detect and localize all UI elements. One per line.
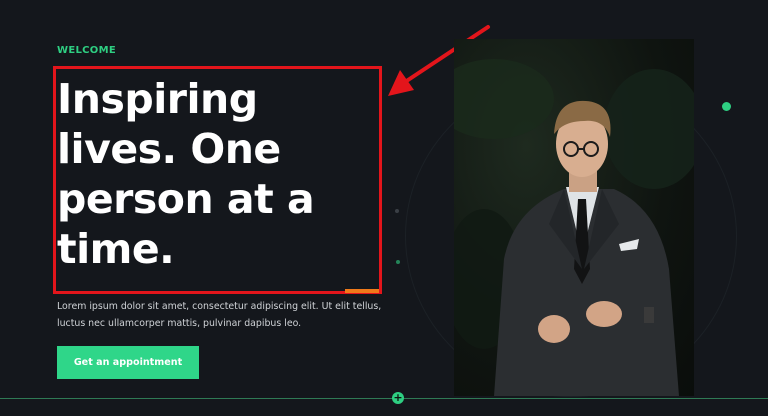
section-divider (0, 398, 768, 399)
welcome-eyebrow: WELCOME (57, 45, 116, 56)
hero-portrait-image (454, 39, 694, 396)
element-tag-marker (345, 289, 379, 293)
get-appointment-button[interactable]: Get an appointment (57, 346, 199, 379)
decorative-dot (396, 260, 400, 264)
hero-description: Lorem ipsum dolor sit amet, consectetur … (57, 301, 382, 329)
annotation-highlight-box (53, 66, 382, 294)
decorative-dot (722, 102, 731, 111)
portrait-illustration (454, 59, 694, 396)
plus-icon[interactable]: + (392, 392, 404, 404)
decorative-dot (395, 209, 399, 213)
